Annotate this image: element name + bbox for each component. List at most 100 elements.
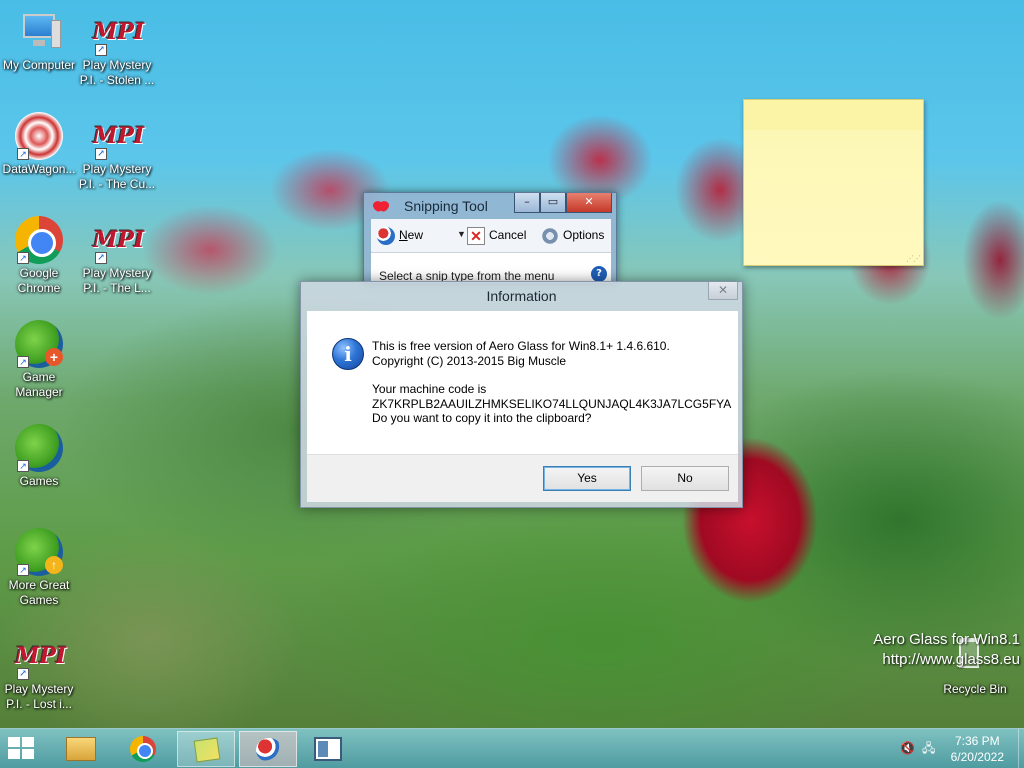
mpi-logo-icon: MPI ↗ [93,123,145,160]
dialog-content: i This is free version of Aero Glass for… [307,311,738,454]
icon-label-line2: P.I. - Lost i... [6,697,72,711]
watermark-line2: http://www.glass8.eu [882,651,1020,668]
icon-label: Play Mystery [4,682,74,696]
scissors-icon [373,198,389,212]
taskbar-sticky-notes[interactable] [177,731,235,767]
datawagon-icon: ↗ [15,112,63,160]
new-mnemonic: N [399,228,408,243]
icon-label-line2: Chrome [17,281,61,295]
window-app-icon [314,737,342,761]
dialog-title: Information [486,288,557,304]
taskbar-snipping-tool[interactable] [239,731,297,767]
icon-label: Google [19,266,59,280]
icon-label-line2: Manager [15,385,63,399]
taskbar-chrome[interactable] [124,731,164,767]
no-button[interactable]: No [641,466,729,491]
more-games-icon: ↗ ↑ [15,528,63,576]
chrome-icon [130,736,156,762]
message-line-machine-code-label: Your machine code is [372,382,487,396]
snipping-tool-titlebar[interactable]: Snipping Tool – ▭ ✕ [364,193,616,217]
start-button[interactable] [8,737,36,761]
maximize-button[interactable]: ▭ [540,193,566,213]
sticky-note[interactable]: ⋰⋰ [743,99,924,266]
desktop[interactable]: My Computer ↗ DataWagon... ↗ Google Chro… [0,0,1024,728]
resize-grip-icon[interactable]: ⋰⋰ [906,254,921,263]
desktop-icon-mystery-pi-lost[interactable]: MPI ↗ Play Mystery P.I. - Lost i... [0,632,78,712]
shortcut-arrow-icon: ↗ [95,44,107,56]
icon-label-line2: P.I. - The L... [83,281,151,295]
taskbar-file-explorer[interactable] [62,731,100,767]
snipping-tool-icon [256,738,282,762]
shortcut-arrow-icon: ↗ [95,252,107,264]
desktop-icon-mystery-pi-curse[interactable]: MPI ↗ Play Mystery P.I. - The Cu... [78,112,156,192]
cancel-icon: ✕ [467,227,485,245]
shortcut-arrow-icon: ↗ [17,564,29,576]
cancel-button[interactable]: ✕ Cancel [467,227,526,245]
desktop-icon-games[interactable]: ↗ Games [0,424,78,489]
desktop-icon-more-great-games[interactable]: ↗ ↑ More Great Games [0,528,78,608]
gear-icon [541,227,559,245]
computer-icon [15,8,63,56]
snipping-tool-window[interactable]: Snipping Tool – ▭ ✕ New ▼ ✕ Cancel Option… [363,192,617,284]
mpi-logo-icon: MPI ↗ [93,19,145,56]
icon-label: Recycle Bin [943,682,1007,696]
desktop-icon-google-chrome[interactable]: ↗ Google Chrome [0,216,78,296]
arrow-up-badge-icon: ↑ [45,556,63,574]
desktop-icon-datawagon[interactable]: ↗ DataWagon... [0,112,78,177]
snipping-tool-body: Select a snip type from the menu ? [371,253,611,283]
watermark-line1: Aero Glass for Win8.1 [873,631,1020,648]
shortcut-arrow-icon: ↗ [95,148,107,160]
shortcut-arrow-icon: ↗ [17,148,29,160]
network-icon[interactable]: 🖧 [922,741,936,755]
mpi-logo-icon: MPI ↗ [15,643,67,680]
taskbar: 🔇 🖧 7:36 PM 6/20/2022 [0,728,1024,768]
icon-label-line2: Games [19,593,59,607]
icon-label: Play Mystery [82,58,152,72]
help-icon[interactable]: ? [591,266,607,282]
mpi-logo-icon: MPI ↗ [93,227,145,264]
information-dialog[interactable]: Information ✕ i This is free version of … [300,281,743,508]
dialog-button-bar: Yes No [307,454,738,502]
message-line-question: Do you want to copy it into the clipboar… [372,411,592,425]
volume-muted-icon[interactable]: 🔇 [900,741,915,755]
desktop-icon-my-computer[interactable]: My Computer [0,8,78,73]
clock-time: 7:36 PM [954,734,1000,748]
desktop-icon-mystery-pi-lottery[interactable]: MPI ↗ Play Mystery P.I. - The L... [78,216,156,296]
message-line-machine-code: ZK7KRPLB2AAUILZHMKSELIKO74LLQUNJAQL4K3JA… [372,396,732,411]
yes-button[interactable]: Yes [543,466,631,491]
game-manager-icon: ↗ + [15,320,63,368]
icon-label: Game [22,370,56,384]
chrome-icon: ↗ [15,216,63,264]
icon-label: More Great [8,578,70,592]
icon-label: Play Mystery [82,266,152,280]
new-snip-button[interactable]: New [377,227,423,245]
shortcut-arrow-icon: ↗ [17,460,29,472]
new-snip-icon [377,227,395,245]
icon-label: Play Mystery [82,162,152,176]
icon-label: Games [19,474,59,488]
taskbar-clock[interactable]: 7:36 PM 6/20/2022 [951,733,1004,765]
clock-date: 6/20/2022 [950,750,1004,764]
shortcut-arrow-icon: ↗ [17,668,29,680]
taskbar-app-window[interactable] [306,731,350,767]
plus-badge-icon: + [45,348,63,366]
snipping-toolbar: New ▼ ✕ Cancel Options [371,219,611,253]
close-button[interactable]: ✕ [566,193,612,213]
dialog-message: This is free version of Aero Glass for W… [372,339,731,426]
desktop-icon-game-manager[interactable]: ↗ + Game Manager [0,320,78,400]
snip-mode-dropdown[interactable]: ▼ [457,229,466,239]
show-desktop-button[interactable] [1018,729,1024,768]
options-button[interactable]: Options [541,227,604,245]
dialog-close-button[interactable]: ✕ [708,282,738,300]
aero-glass-watermark: Aero Glass for Win8.1 http://www.glass8.… [873,630,1020,670]
desktop-icon-mystery-pi-stolen[interactable]: MPI ↗ Play Mystery P.I. - Stolen ... [78,8,156,88]
new-label-rest: ew [407,228,424,243]
information-icon: i [332,338,364,370]
shortcut-arrow-icon: ↗ [17,356,29,368]
options-label: Options [563,228,605,243]
icon-label: My Computer [2,58,76,72]
minimize-button[interactable]: – [514,193,540,213]
windows-logo-icon [8,737,20,747]
message-line-copyright: Copyright (C) 2013-2015 Big Muscle [372,353,567,368]
cancel-label: Cancel [489,228,527,243]
